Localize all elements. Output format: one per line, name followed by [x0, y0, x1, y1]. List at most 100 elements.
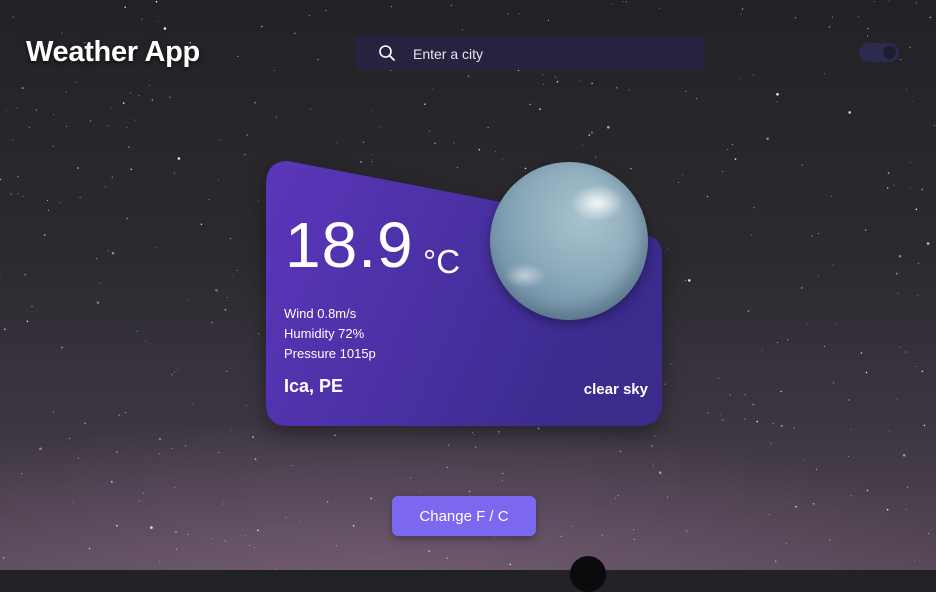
star	[224, 309, 227, 311]
star	[317, 58, 320, 61]
star	[888, 0, 890, 2]
star	[817, 233, 819, 234]
star	[159, 438, 161, 440]
star	[224, 540, 226, 542]
star	[769, 514, 770, 516]
star	[142, 492, 144, 494]
star	[116, 525, 118, 527]
star	[237, 56, 239, 57]
star	[326, 501, 329, 503]
star	[138, 500, 140, 502]
star	[915, 366, 917, 368]
star	[721, 419, 724, 421]
star	[122, 102, 125, 104]
star	[905, 351, 907, 353]
star	[923, 424, 926, 427]
star	[258, 333, 260, 335]
star	[493, 537, 495, 539]
change-units-button[interactable]: Change F / C	[392, 496, 536, 536]
star	[914, 560, 915, 562]
star	[929, 16, 932, 19]
star	[61, 32, 63, 34]
star	[860, 352, 863, 354]
star	[2, 556, 5, 559]
star	[670, 363, 672, 365]
star	[22, 87, 24, 89]
star	[800, 287, 803, 289]
star	[446, 466, 448, 468]
star	[905, 508, 907, 510]
star	[542, 74, 544, 76]
star	[12, 16, 14, 18]
star	[909, 46, 911, 49]
star	[31, 305, 33, 308]
star	[175, 548, 177, 550]
star	[832, 264, 834, 266]
star	[658, 7, 660, 9]
star	[61, 346, 63, 349]
star	[934, 124, 935, 126]
star	[591, 131, 593, 134]
star	[685, 90, 687, 92]
star	[734, 158, 737, 160]
star	[116, 451, 118, 453]
star	[811, 235, 813, 237]
star	[26, 320, 29, 323]
theme-toggle[interactable]	[859, 43, 899, 62]
star	[174, 371, 176, 373]
star	[833, 382, 835, 384]
star	[756, 420, 758, 423]
star	[126, 127, 128, 129]
star	[628, 89, 630, 91]
star	[722, 171, 723, 173]
star	[148, 84, 150, 86]
app-title: Weather App	[26, 36, 200, 68]
star	[494, 151, 496, 153]
star	[766, 137, 769, 140]
star	[475, 446, 477, 448]
pressure-text: Pressure 1015p	[284, 346, 376, 361]
star	[226, 370, 228, 372]
star	[52, 145, 54, 147]
star	[509, 563, 512, 566]
star	[867, 27, 869, 30]
star	[43, 234, 46, 236]
star	[12, 139, 14, 141]
dark-silhouette	[570, 556, 606, 592]
star	[211, 321, 213, 324]
star	[795, 505, 797, 508]
star	[76, 81, 77, 83]
star	[79, 196, 81, 198]
star	[273, 70, 275, 71]
star	[781, 425, 783, 427]
star	[35, 109, 38, 111]
star	[276, 116, 278, 118]
star	[352, 525, 355, 527]
star	[171, 374, 173, 376]
star	[127, 146, 130, 148]
star	[915, 2, 917, 4]
search-input[interactable]	[411, 36, 695, 72]
star	[678, 181, 679, 183]
star	[518, 13, 520, 15]
star	[529, 103, 531, 106]
star	[897, 292, 899, 294]
star	[53, 411, 55, 413]
star	[902, 454, 906, 457]
temperature-value: 18.9	[285, 209, 414, 281]
star	[257, 200, 259, 202]
star	[246, 134, 248, 136]
star	[818, 274, 819, 276]
star	[539, 108, 541, 110]
star	[787, 339, 789, 341]
star	[372, 153, 374, 155]
star	[625, 1, 627, 3]
search-bar[interactable]	[355, 36, 705, 72]
star	[176, 369, 178, 371]
star	[22, 195, 24, 197]
star	[249, 544, 251, 546]
star	[864, 229, 867, 231]
star	[291, 465, 293, 467]
star	[28, 126, 31, 128]
star	[298, 521, 300, 523]
